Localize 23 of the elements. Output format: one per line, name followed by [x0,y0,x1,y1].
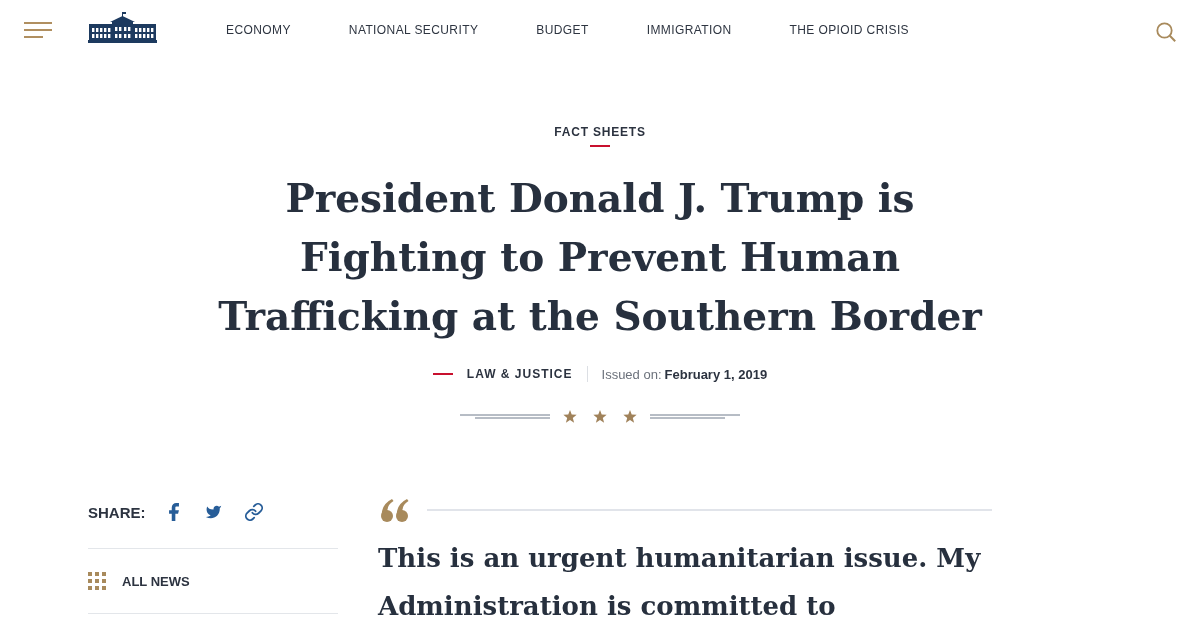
link-icon[interactable] [244,503,263,521]
building-logo[interactable] [88,12,157,43]
grid-icon [88,572,106,590]
topic-link[interactable]: LAW & JUSTICE [466,367,573,381]
menu-icon[interactable] [24,22,52,38]
article-title: President Donald J. Trump is Fighting to Prevent Human Trafficking at the Southern Border [217,174,984,341]
search-icon[interactable] [1156,22,1176,42]
twitter-icon[interactable] [204,505,222,519]
issued-date: February 1, 2019 [664,366,768,382]
accent-line [590,145,610,147]
accent-line [432,373,453,375]
all-news-link[interactable]: ALL NEWS [88,548,338,614]
nav-link[interactable]: THE OPIOID CRISIS [789,23,910,37]
nav-link[interactable]: ECONOMY [226,23,291,37]
facebook-icon[interactable] [168,503,179,521]
issued-label: Issued on: [601,366,662,382]
quote-text: This is an urgent humanitarian issue. My Administration is committed to [378,542,982,623]
nav-link[interactable]: IMMIGRATION [646,23,732,37]
share-label: SHARE: [88,503,146,521]
nav-link[interactable]: BUDGET [536,23,589,37]
category-link[interactable]: FACT SHEETS [554,124,646,140]
nav-link[interactable]: NATIONAL SECURITY [348,23,479,37]
quote-icon [381,498,409,522]
